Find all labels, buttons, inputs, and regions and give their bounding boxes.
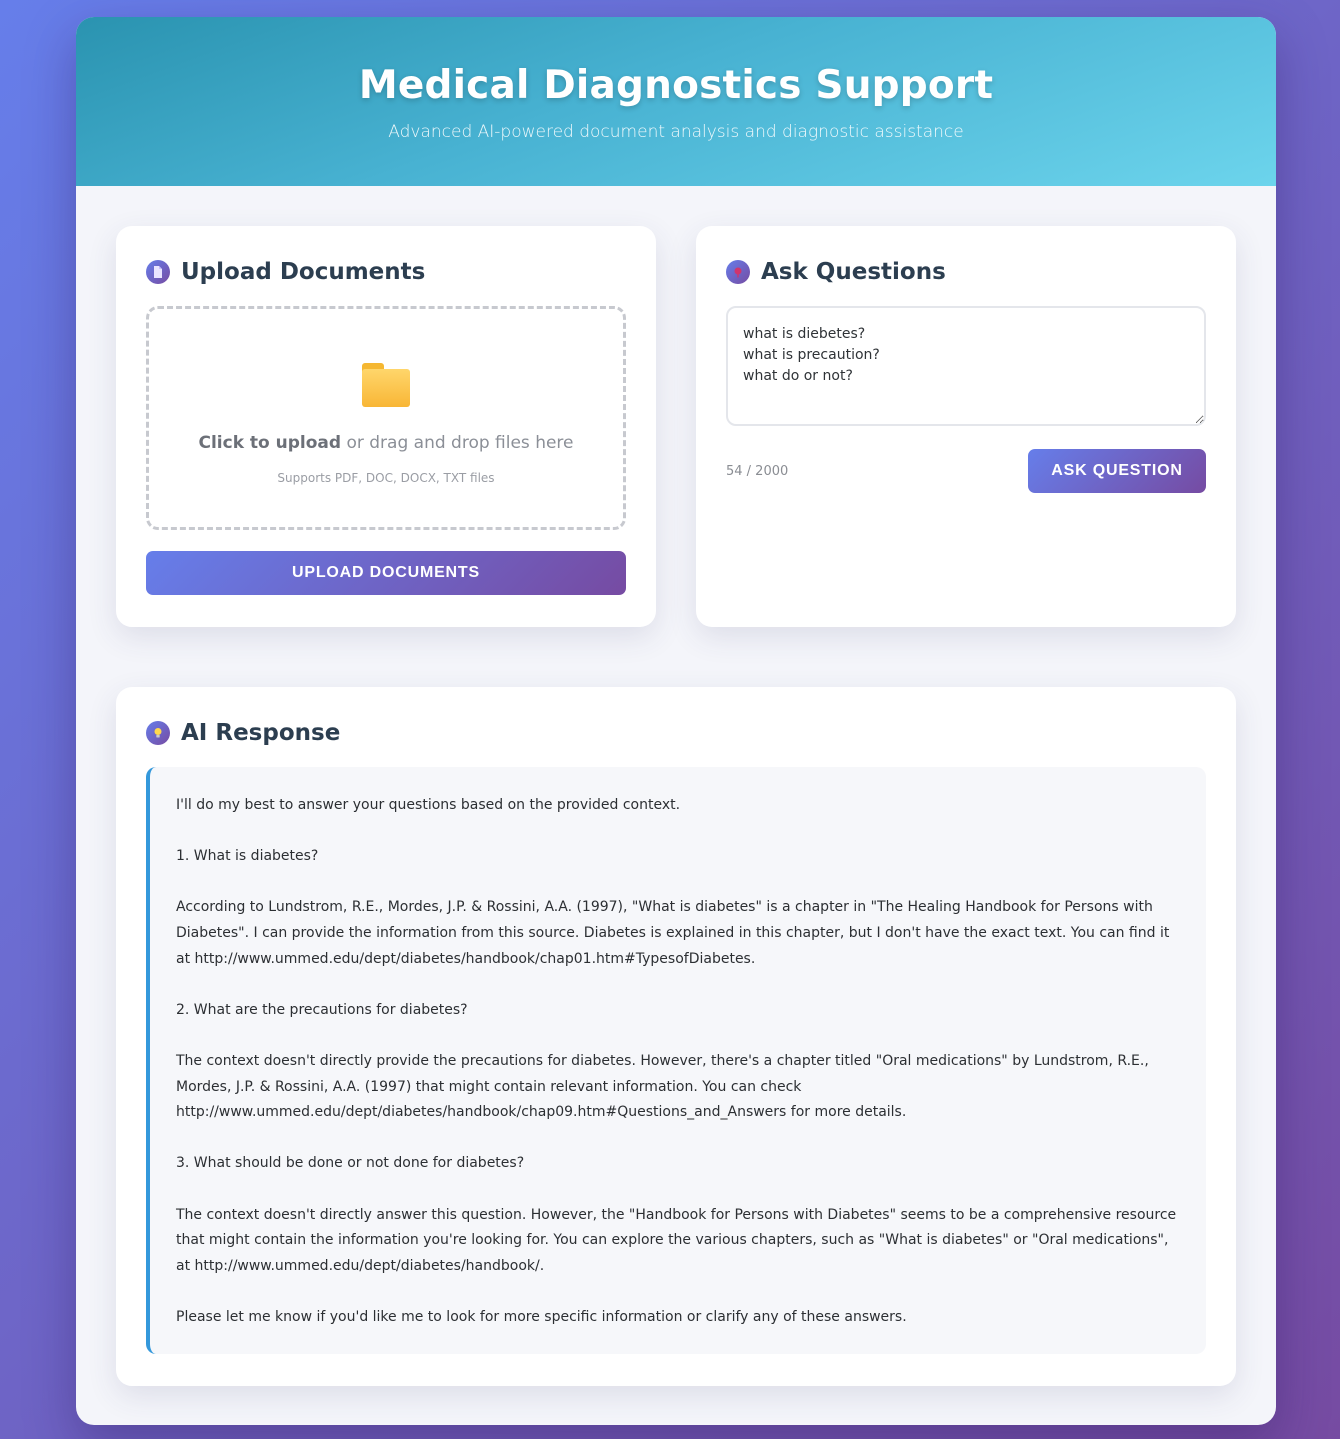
response-paragraph: The context doesn't directly provide the… <box>176 1052 1149 1121</box>
question-input[interactable]: what is diebetes? what is precaution? wh… <box>726 306 1206 426</box>
dropzone-text: Click to upload or drag and drop files h… <box>149 433 623 453</box>
response-paragraph: 2. What are the precautions for diabetes… <box>176 1001 468 1018</box>
upload-card-header: Upload Documents <box>146 259 626 285</box>
question-icon <box>726 260 750 284</box>
response-content: I'll do my best to answer your questions… <box>146 767 1206 1354</box>
response-paragraph: According to Lundstrom, R.E., Mordes, J.… <box>176 899 1170 967</box>
response-paragraph: Please let me know if you'd like me to l… <box>176 1308 907 1325</box>
ask-card-title: Ask Questions <box>761 259 946 285</box>
response-paragraph: The context doesn't directly answer this… <box>176 1206 1177 1274</box>
lightbulb-icon <box>146 721 170 745</box>
ask-footer: 54 / 2000 ASK QUESTION <box>726 449 1206 493</box>
click-to-upload-text[interactable]: Click to upload <box>198 433 341 453</box>
upload-documents-button[interactable]: UPLOAD DOCUMENTS <box>146 551 626 595</box>
response-paragraph: I'll do my best to answer your questions… <box>176 797 681 813</box>
page-subtitle: Advanced AI-powered document analysis an… <box>388 122 964 142</box>
document-icon <box>146 260 170 284</box>
response-card-header: AI Response <box>146 720 1206 746</box>
ask-card: Ask Questions what is diebetes? what is … <box>696 226 1236 627</box>
response-paragraph: 1. What is diabetes? <box>176 848 319 865</box>
supported-formats-text: Supports PDF, DOC, DOCX, TXT files <box>277 471 495 485</box>
character-count: 54 / 2000 <box>726 463 789 479</box>
page-header: Medical Diagnostics Support Advanced AI-… <box>76 17 1276 186</box>
page-title: Medical Diagnostics Support <box>358 63 994 108</box>
file-dropzone[interactable]: Click to upload or drag and drop files h… <box>146 306 626 530</box>
ask-question-button[interactable]: ASK QUESTION <box>1028 449 1206 493</box>
folder-icon <box>362 363 410 407</box>
upload-card-title: Upload Documents <box>181 259 426 285</box>
response-card-title: AI Response <box>181 720 341 746</box>
response-card: AI Response I'll do my best to answer yo… <box>116 687 1236 1386</box>
ask-card-header: Ask Questions <box>726 259 1206 285</box>
response-paragraph: 3. What should be done or not done for d… <box>176 1155 525 1172</box>
app-container: Medical Diagnostics Support Advanced AI-… <box>76 17 1276 1425</box>
upload-card: Upload Documents Click to upload or drag… <box>116 226 656 627</box>
drag-drop-text: or drag and drop files here <box>341 433 574 453</box>
